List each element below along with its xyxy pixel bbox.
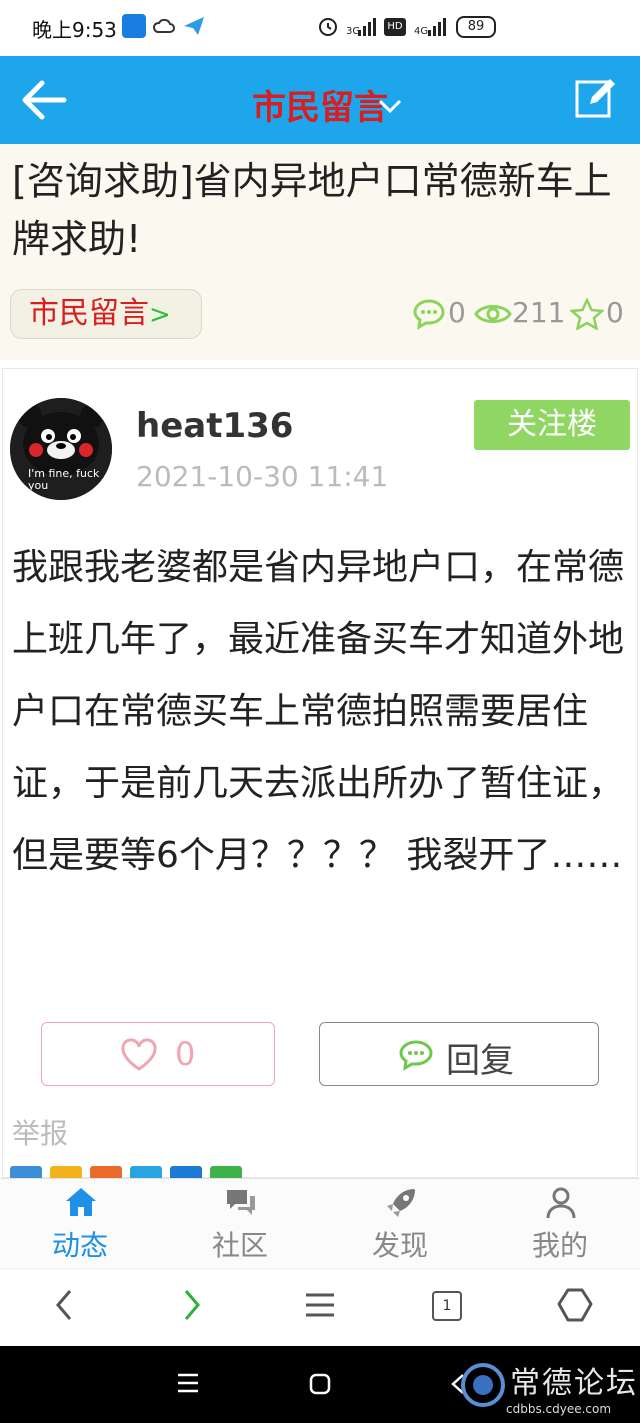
- browser-tabs-button[interactable]: 1: [432, 1291, 462, 1321]
- tab-discover[interactable]: 发现: [320, 1178, 480, 1268]
- reply-bubble-icon: [399, 1040, 433, 1071]
- system-menu-icon[interactable]: [176, 1372, 200, 1394]
- edit-icon[interactable]: [574, 76, 618, 120]
- status-bar: 晚上9:53 3G HD 4G 89: [0, 0, 640, 56]
- avatar-caption: I'm fine, fuck you: [28, 467, 100, 492]
- tab-label-dynamics: 动态: [51, 1229, 108, 1262]
- tab-label-discover: 发现: [371, 1229, 428, 1262]
- eye-icon: [474, 305, 512, 323]
- browser-back-icon[interactable]: [50, 1285, 78, 1325]
- tab-me[interactable]: 我的: [480, 1178, 640, 1268]
- signal-icon: [358, 18, 376, 36]
- view-count: 211: [512, 296, 566, 329]
- page-title[interactable]: 市民留言: [0, 80, 640, 129]
- hd-badge: HD: [384, 18, 406, 36]
- avatar[interactable]: I'm fine, fuck you: [10, 398, 112, 500]
- like-count: 0: [175, 1035, 196, 1073]
- person-icon: [546, 1187, 576, 1219]
- forum-tag-label: 市民留言: [29, 296, 149, 331]
- battery-indicator: 89: [456, 16, 496, 38]
- tab-label-community: 社区: [211, 1229, 268, 1262]
- tab-label-me: 我的: [531, 1229, 588, 1262]
- chat-bubbles-icon: [227, 1190, 255, 1215]
- topic-title: [咨询求助]省内异地户口常德新车上牌求助!: [12, 159, 612, 261]
- watermark-url: cdbbs.cdyee.com: [506, 1402, 612, 1416]
- favorite-count: 0: [606, 296, 624, 329]
- browser-home-icon[interactable]: [556, 1285, 594, 1325]
- home-icon: [66, 1188, 96, 1216]
- like-button[interactable]: 0: [41, 1022, 275, 1086]
- username[interactable]: heat136: [136, 406, 293, 446]
- forum-logo-icon: [461, 1363, 505, 1407]
- tab-community[interactable]: 社区: [160, 1178, 320, 1268]
- paper-plane-icon: [184, 17, 204, 35]
- cloud-icon: [152, 18, 175, 33]
- browser-menu-icon[interactable]: [302, 1285, 338, 1325]
- reply-label: 回复: [446, 1041, 514, 1081]
- tab-dynamics[interactable]: 动态: [0, 1178, 160, 1268]
- app-header: 市民留言: [0, 56, 640, 144]
- status-time: 晚上9:53: [32, 18, 117, 42]
- heart-icon: [121, 1038, 157, 1071]
- alarm-icon: [319, 18, 337, 36]
- signal-icon-2: [428, 18, 446, 36]
- report-link[interactable]: 举报: [12, 1112, 68, 1152]
- chevron-down-icon[interactable]: [378, 98, 402, 114]
- rocket-icon: [387, 1189, 415, 1217]
- follow-button[interactable]: 关注楼: [474, 400, 630, 450]
- forum-tag-button[interactable]: 市民留言>: [10, 289, 202, 339]
- forum-tag-arrow: >: [149, 300, 171, 330]
- alipay-icon: [122, 14, 146, 38]
- star-icon[interactable]: [570, 298, 604, 330]
- browser-forward-icon[interactable]: [178, 1285, 206, 1325]
- browser-toolbar: 1: [0, 1268, 640, 1346]
- post-timestamp: 2021-10-30 11:41: [136, 460, 389, 493]
- watermark-logo-text: 常德论坛: [510, 1366, 638, 1401]
- comment-icon: [413, 299, 445, 330]
- reply-count: 0: [448, 296, 466, 329]
- post-content: 我跟我老婆都是省内异地户口，在常德上班几年了，最近准备买车才知道外地户口在常德买…: [12, 547, 625, 876]
- system-home-icon[interactable]: [308, 1372, 332, 1396]
- reply-button[interactable]: 回复: [319, 1022, 599, 1086]
